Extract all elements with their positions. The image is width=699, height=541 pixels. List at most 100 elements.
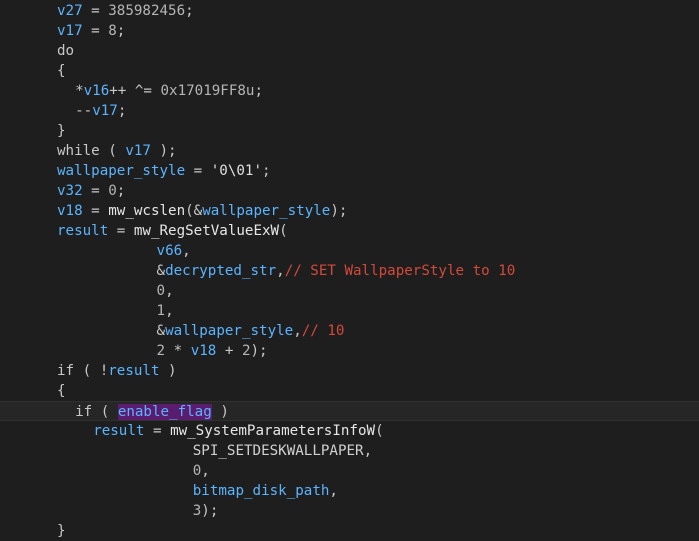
code-operator: *	[75, 83, 84, 99]
code-operator: ;	[254, 83, 264, 99]
code-operator: ( !	[74, 363, 109, 379]
code-identifier[interactable]: wallpaper_style	[202, 203, 330, 219]
code-line[interactable]: }	[0, 521, 699, 541]
code-identifier[interactable]: wallpaper_style	[57, 163, 185, 179]
code-highlighted-identifier[interactable]: enable_flag	[117, 404, 212, 420]
code-operator: ;	[116, 23, 126, 39]
code-operator: }	[57, 123, 66, 139]
code-operator: --	[75, 103, 93, 119]
code-operator: );	[330, 203, 348, 219]
code-operator: }	[57, 523, 66, 539]
code-operator: ,	[201, 463, 210, 479]
code-operator: *	[165, 343, 191, 359]
code-operator: (	[375, 423, 384, 439]
code-function-name[interactable]: mw_RegSetValueExW	[134, 223, 279, 239]
code-operator: ;	[116, 183, 126, 199]
code-line[interactable]: {	[0, 61, 699, 81]
code-operator: =	[82, 183, 109, 199]
code-operator: ;	[117, 103, 127, 119]
code-operator: ,	[165, 303, 174, 319]
code-line[interactable]: do	[0, 41, 699, 61]
code-operator: =	[185, 163, 211, 179]
code-line[interactable]: bitmap_disk_path,	[0, 481, 699, 501]
code-operator: ,	[276, 263, 285, 279]
code-string: '0\01'	[210, 163, 262, 179]
code-line[interactable]: 2 * v18 + 2);	[0, 341, 699, 361]
code-keyword: do	[57, 43, 75, 59]
code-line[interactable]: result = mw_SystemParametersInfoW(	[0, 421, 699, 441]
code-operator: )	[211, 404, 229, 420]
code-identifier[interactable]: v66	[157, 243, 183, 259]
code-comment: // SET WallpaperStyle to 10	[284, 263, 516, 279]
code-identifier[interactable]: v17	[57, 23, 83, 39]
code-line[interactable]: }	[0, 121, 699, 141]
code-line[interactable]: wallpaper_style = '0\01';	[0, 161, 699, 181]
code-function-name[interactable]: mw_SystemParametersInfoW	[170, 423, 375, 439]
code-keyword: if	[57, 363, 75, 379]
code-line[interactable]: v27 = 385982456;	[0, 1, 699, 21]
code-number: 2	[241, 343, 251, 359]
code-operator: {	[57, 383, 66, 399]
code-line[interactable]: {	[0, 381, 699, 401]
code-operator: =	[82, 203, 109, 219]
code-line-current[interactable]: if ( enable_flag )	[0, 401, 699, 421]
code-operator: ++ ^=	[109, 83, 161, 99]
code-line[interactable]: v66,	[0, 241, 699, 261]
code-function-name[interactable]: mw_wcslen	[108, 203, 185, 219]
code-line[interactable]: SPI_SETDESKWALLPAPER,	[0, 441, 699, 461]
code-line[interactable]: 3);	[0, 501, 699, 521]
code-identifier[interactable]: v17	[92, 103, 118, 119]
code-operator: =	[144, 423, 171, 439]
code-line[interactable]: v17 = 8;	[0, 21, 699, 41]
code-line[interactable]: &decrypted_str,// SET WallpaperStyle to …	[0, 261, 699, 281]
code-identifier[interactable]: bitmap_disk_path	[193, 483, 330, 499]
code-line[interactable]: if ( !result )	[0, 361, 699, 381]
code-operator: (	[279, 223, 288, 239]
code-identifier[interactable]: result	[108, 363, 159, 379]
code-number: 0	[192, 463, 202, 479]
code-identifier[interactable]: v32	[57, 183, 83, 199]
code-operator: ,	[363, 443, 373, 459]
code-operator: =	[82, 23, 109, 39]
code-line[interactable]: 0,	[0, 461, 699, 481]
code-identifier[interactable]: result	[57, 223, 108, 239]
code-line[interactable]: &wallpaper_style,// 10	[0, 321, 699, 341]
code-identifier[interactable]: wallpaper_style	[165, 323, 293, 339]
code-operator: =	[82, 3, 109, 19]
code-line[interactable]: 0,	[0, 281, 699, 301]
code-operator: (	[99, 143, 126, 159]
code-number: 385982456	[108, 3, 186, 19]
code-line[interactable]: result = mw_RegSetValueExW(	[0, 221, 699, 241]
code-line[interactable]: --v17;	[0, 101, 699, 121]
code-operator: ;	[185, 3, 194, 19]
code-keyword: while	[57, 143, 100, 159]
code-operator: =	[108, 223, 134, 239]
code-operator: &	[156, 323, 166, 339]
code-operator: (	[92, 404, 118, 420]
code-operator: );	[150, 143, 177, 159]
code-line[interactable]: while ( v17 );	[0, 141, 699, 161]
code-operator: (&	[185, 203, 203, 219]
pseudocode-view[interactable]: v27 = 385982456; v17 = 8; do{*v16++ ^= 0x1…	[0, 0, 699, 539]
code-number: 0	[108, 183, 117, 199]
code-line[interactable]: *v16++ ^= 0x17019FF8u;	[0, 81, 699, 101]
code-identifier[interactable]: v17	[125, 143, 151, 159]
code-identifier[interactable]: v18	[191, 343, 217, 359]
code-operator: ,	[293, 323, 302, 339]
code-number: 8	[108, 23, 117, 39]
code-identifier[interactable]: decrypted_str	[165, 263, 276, 279]
code-comment: // 10	[301, 323, 345, 339]
code-line[interactable]: 1,	[0, 301, 699, 321]
code-number: 1	[156, 303, 166, 319]
code-operator: ,	[182, 243, 191, 259]
code-number: 2	[156, 343, 166, 359]
code-identifier[interactable]: v18	[57, 203, 83, 219]
code-number: 3	[192, 503, 202, 519]
code-constant[interactable]: SPI_SETDESKWALLPAPER	[193, 443, 364, 459]
code-line[interactable]: v18 = mw_wcslen(&wallpaper_style);	[0, 201, 699, 221]
code-line[interactable]: v32 = 0;	[0, 181, 699, 201]
code-identifier[interactable]: v16	[84, 83, 110, 99]
code-identifier[interactable]: v27	[57, 3, 83, 19]
code-operator: {	[57, 63, 66, 79]
code-identifier[interactable]: result	[93, 423, 144, 439]
